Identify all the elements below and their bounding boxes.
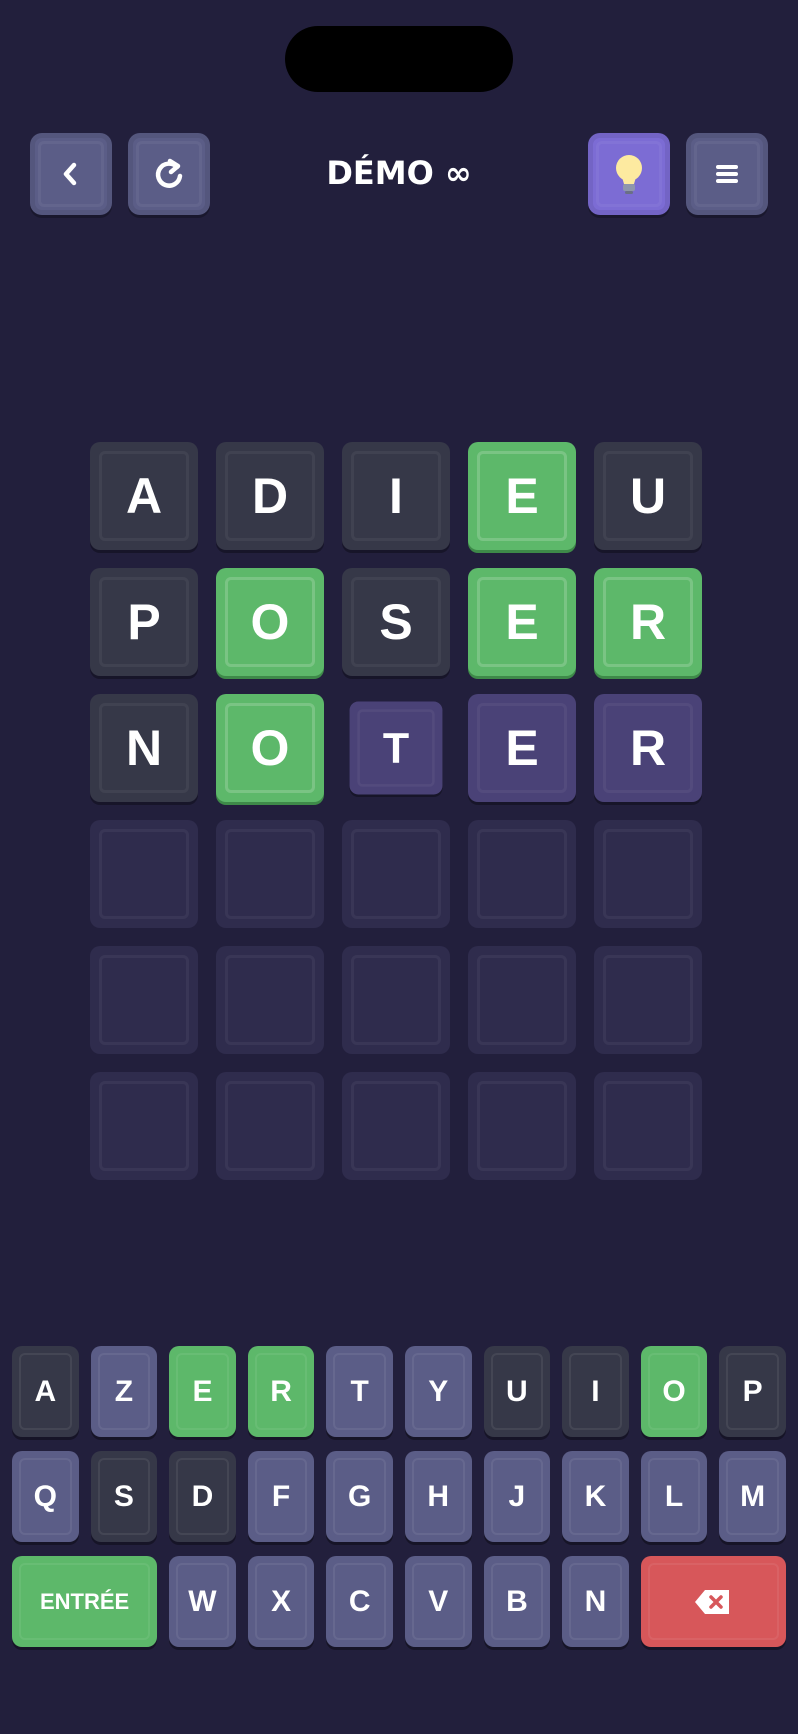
board-tile: O: [216, 568, 324, 676]
keyboard: A Z E R T Y U I O P Q S D F G H J K L M ENTRÉE W X C V B N: [12, 1346, 786, 1661]
keyboard-row: ENTRÉE W X C V B N: [12, 1556, 786, 1647]
board-tile: [90, 1072, 198, 1180]
board-tile: [216, 820, 324, 928]
key-u[interactable]: U: [483, 1346, 551, 1437]
board-tile: P: [90, 568, 198, 676]
key-j[interactable]: J: [483, 1451, 551, 1542]
key-w[interactable]: W: [169, 1556, 236, 1647]
board-tile: [90, 820, 198, 928]
key-q[interactable]: Q: [12, 1451, 79, 1542]
board-row: ADIEU: [90, 442, 702, 550]
board-tile: [594, 946, 702, 1054]
key-r[interactable]: R: [247, 1346, 315, 1437]
board-tile: [594, 1072, 702, 1180]
key-x[interactable]: X: [247, 1556, 315, 1647]
board-tile: O: [216, 694, 324, 802]
key-i[interactable]: I: [562, 1346, 629, 1437]
key-c[interactable]: C: [326, 1556, 393, 1647]
backspace-icon: [695, 1589, 730, 1614]
keyboard-row: QSDFGHJKLM: [12, 1451, 786, 1542]
board-tile: [468, 820, 576, 928]
device-notch: [285, 26, 513, 92]
key-v[interactable]: V: [404, 1556, 472, 1647]
board-tile: [468, 946, 576, 1054]
restart-button[interactable]: [128, 133, 210, 215]
board-row: [90, 946, 702, 1054]
backspace-key[interactable]: [640, 1556, 786, 1647]
menu-button[interactable]: [686, 133, 768, 215]
key-o[interactable]: O: [640, 1346, 708, 1437]
board-tile: [594, 820, 702, 928]
board-tile: [90, 946, 198, 1054]
board-row: [90, 1072, 702, 1180]
key-e[interactable]: E: [169, 1346, 236, 1437]
board-tile: [468, 1072, 576, 1180]
key-p[interactable]: P: [719, 1346, 786, 1437]
board-tile: E: [468, 442, 576, 550]
hint-button[interactable]: [588, 133, 670, 215]
board-tile: E: [468, 568, 576, 676]
key-s[interactable]: S: [90, 1451, 158, 1542]
key-h[interactable]: H: [404, 1451, 472, 1542]
board-row: NOTER: [90, 694, 702, 802]
board-tile: [216, 1072, 324, 1180]
game-board: ADIEUPOSERNOTER: [90, 442, 702, 1198]
key-y[interactable]: Y: [404, 1346, 472, 1437]
keyboard-row: AZERTYUIOP: [12, 1346, 786, 1437]
board-tile: A: [90, 442, 198, 550]
key-z[interactable]: Z: [90, 1346, 158, 1437]
board-tile: [342, 1072, 450, 1180]
board-tile: [216, 946, 324, 1054]
board-row: POSER: [90, 568, 702, 676]
board-tile: N: [90, 694, 198, 802]
page-title: DÉMO ∞: [326, 154, 472, 192]
board-tile: [342, 946, 450, 1054]
board-tile: T: [349, 701, 443, 795]
key-g[interactable]: G: [326, 1451, 393, 1542]
key-a[interactable]: A: [12, 1346, 79, 1437]
key-b[interactable]: B: [483, 1556, 551, 1647]
board-row: [90, 820, 702, 928]
key-d[interactable]: D: [169, 1451, 236, 1542]
key-t[interactable]: T: [326, 1346, 393, 1437]
board-tile: D: [216, 442, 324, 550]
key-k[interactable]: K: [562, 1451, 629, 1542]
board-tile: R: [594, 568, 702, 676]
enter-key[interactable]: ENTRÉE: [12, 1556, 158, 1647]
board-tile: S: [342, 568, 450, 676]
board-tile: [342, 820, 450, 928]
key-n[interactable]: N: [562, 1556, 629, 1647]
board-tile: R: [594, 694, 702, 802]
board-tile: I: [342, 442, 450, 550]
back-button[interactable]: [30, 133, 112, 215]
board-tile: E: [468, 694, 576, 802]
key-l[interactable]: L: [640, 1451, 708, 1542]
key-m[interactable]: M: [719, 1451, 786, 1542]
key-f[interactable]: F: [247, 1451, 315, 1542]
board-tile: U: [594, 442, 702, 550]
